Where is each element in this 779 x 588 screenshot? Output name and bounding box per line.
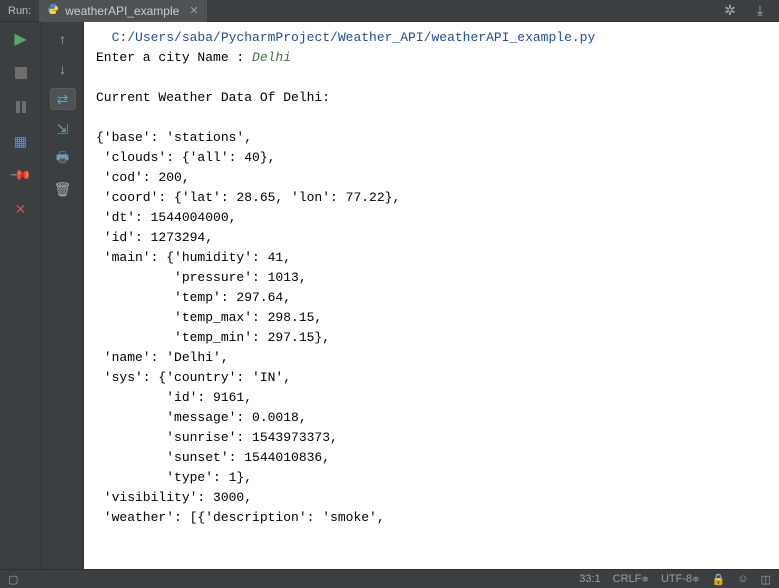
caret-position[interactable]: 33:1	[579, 573, 600, 585]
rerun-button[interactable]: ▶	[10, 28, 32, 50]
tool-window-icon[interactable]: ▢	[8, 573, 18, 586]
output-header: Current Weather Data Of Delhi:	[96, 90, 330, 105]
memory-indicator-icon[interactable]: ◫	[761, 573, 771, 586]
output-line: 'message': 0.0018,	[96, 410, 307, 425]
print-icon[interactable]: 🖶	[50, 148, 76, 170]
user-input: Delhi	[252, 50, 291, 65]
output-line: 'clouds': {'all': 40},	[96, 150, 275, 165]
output-line: 'pressure': 1013,	[96, 270, 307, 285]
gear-icon[interactable]: ✲	[719, 0, 741, 22]
output-line: 'temp_min': 297.15},	[96, 330, 330, 345]
download-icon[interactable]: ⤓	[749, 0, 771, 22]
run-sidebar-left: ▶ ▦ 📌 ✕	[0, 22, 42, 569]
output-line: 'name': 'Delhi',	[96, 350, 229, 365]
run-tab[interactable]: weatherAPI_example ✕	[39, 0, 206, 22]
output-line: 'weather': [{'description': 'smoke',	[96, 510, 385, 525]
close-icon[interactable]: ✕	[189, 4, 198, 17]
read-only-icon[interactable]: 🔒	[712, 573, 726, 586]
up-arrow-icon[interactable]: ↑	[50, 28, 76, 50]
output-line: 'visibility': 3000,	[96, 490, 252, 505]
python-file-icon	[47, 3, 59, 18]
output-line: 'main': {'humidity': 41,	[96, 250, 291, 265]
output-line: 'temp': 297.64,	[96, 290, 291, 305]
clear-all-icon[interactable]: 🗑	[50, 178, 76, 200]
output-line: 'sunrise': 1543973373,	[96, 430, 338, 445]
tab-label: weatherAPI_example	[65, 4, 179, 18]
output-line: 'id': 9161,	[96, 390, 252, 405]
output-line: 'id': 1273294,	[96, 230, 213, 245]
line-separator[interactable]: CRLF≑	[613, 573, 649, 585]
encoding[interactable]: UTF-8≑	[661, 573, 700, 585]
script-path: C:/Users/saba/PycharmProject/Weather_API…	[112, 30, 596, 45]
output-line: 'temp_max': 298.15,	[96, 310, 322, 325]
pause-button[interactable]	[10, 96, 32, 118]
output-line: {'base': 'stations',	[96, 130, 252, 145]
stop-button[interactable]	[10, 62, 32, 84]
output-line: 'coord': {'lat': 28.65, 'lon': 77.22},	[96, 190, 400, 205]
run-label: Run:	[0, 5, 39, 17]
output-line: 'sunset': 1544010836,	[96, 450, 330, 465]
console-prompt: Enter a city Name :	[96, 50, 252, 65]
output-line: 'sys': {'country': 'IN',	[96, 370, 291, 385]
run-toolbar: Run: weatherAPI_example ✕ ✲ ⤓	[0, 0, 779, 22]
output-line: 'cod': 200,	[96, 170, 190, 185]
console-output[interactable]: C:/Users/saba/PycharmProject/Weather_API…	[84, 22, 779, 569]
run-sidebar-secondary: ↑ ↓ ⇄ ⇲ 🖶 🗑	[42, 22, 84, 569]
output-line: 'type': 1},	[96, 470, 252, 485]
pin-icon[interactable]: 📌	[5, 159, 36, 190]
close-button[interactable]: ✕	[10, 198, 32, 220]
status-bar: ▢ 33:1 CRLF≑ UTF-8≑ 🔒 ☺ ◫	[0, 569, 779, 588]
inspections-icon[interactable]: ☺	[737, 573, 748, 585]
scroll-to-end-icon[interactable]: ⇲	[50, 118, 76, 140]
layout-icon[interactable]: ▦	[10, 130, 32, 152]
output-line: 'dt': 1544004000,	[96, 210, 236, 225]
soft-wrap-icon[interactable]: ⇄	[50, 88, 76, 110]
down-arrow-icon[interactable]: ↓	[50, 58, 76, 80]
